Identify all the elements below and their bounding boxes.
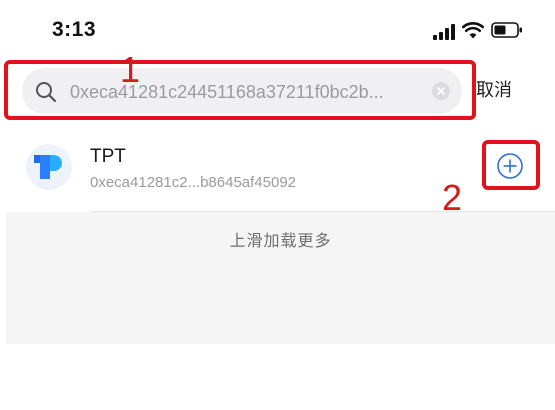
token-address: 0xeca41281c2...b8645af45092 — [90, 174, 297, 191]
signal-icon — [433, 24, 457, 40]
load-more-area: 上滑加载更多 — [6, 212, 555, 344]
battery-icon — [491, 22, 522, 38]
status-time: 3:13 — [52, 18, 97, 41]
cancel-button[interactable]: 取消 — [476, 78, 512, 102]
annotation-box-add — [482, 140, 540, 190]
status-bar: 3:13 — [0, 0, 555, 60]
annotation-box-search — [4, 60, 476, 120]
token-name: TPT — [90, 146, 126, 167]
tokenpocket-logo — [26, 144, 72, 190]
wifi-icon — [462, 22, 484, 39]
token-list-item[interactable]: TPT 0xeca41281c2...b8645af45092 — [0, 126, 555, 212]
load-more-text: 上滑加载更多 — [229, 233, 332, 250]
annotation-number-1: 1 — [120, 49, 141, 90]
